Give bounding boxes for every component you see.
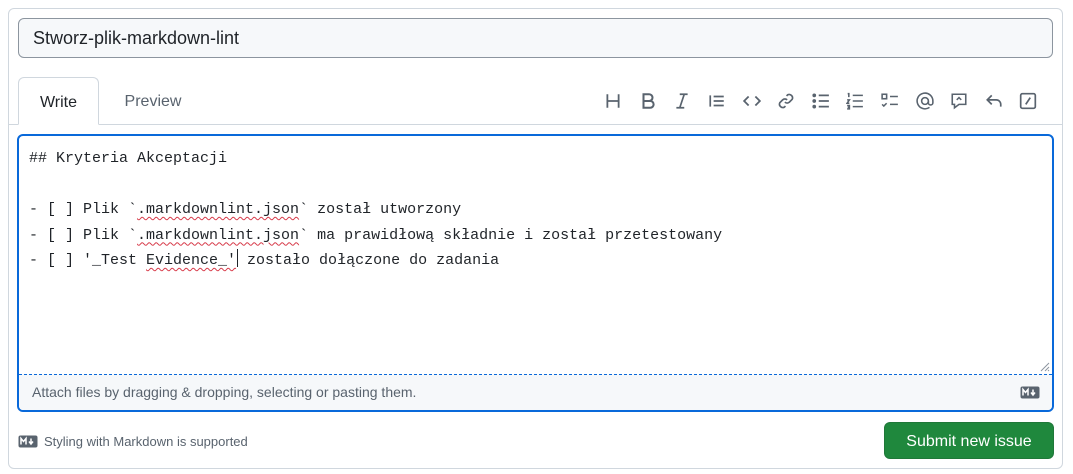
reference-icon[interactable] <box>942 88 977 114</box>
markdown-support-label: Styling with Markdown is supported <box>44 433 248 449</box>
spellcheck-word: Evidence_' <box>146 252 237 269</box>
bold-icon[interactable] <box>631 88 666 114</box>
markdown-support-note[interactable]: Styling with Markdown is supported <box>18 432 248 450</box>
submit-new-issue-button[interactable]: Submit new issue <box>884 422 1054 459</box>
quote-icon[interactable] <box>700 88 735 114</box>
link-icon[interactable] <box>769 88 804 114</box>
issue-body-textarea[interactable]: ## Kryteria Akceptacji - [ ] Plik `.mark… <box>17 134 1054 412</box>
markdown-icon <box>18 435 38 447</box>
mention-icon[interactable] <box>907 88 942 114</box>
italic-icon[interactable] <box>665 88 700 114</box>
undo-icon[interactable] <box>977 88 1012 114</box>
numbered-list-icon[interactable] <box>838 88 873 114</box>
slash-commands-icon[interactable] <box>1011 88 1046 114</box>
heading-icon[interactable] <box>596 88 631 114</box>
issue-body-text[interactable]: ## Kryteria Akceptacji - [ ] Plik `.mark… <box>29 146 1042 274</box>
spellcheck-word: .markdownlint.json <box>137 226 300 244</box>
tab-preview[interactable]: Preview <box>108 77 198 125</box>
editor-line-task-1: - [ ] Plik `.markdownlint.json` został u… <box>29 201 462 218</box>
task-list-icon[interactable] <box>873 88 908 114</box>
editor-line-task-2: - [ ] Plik `.markdownlint.json` ma prawi… <box>29 226 723 244</box>
spellcheck-word: .markdownlint.json <box>137 201 300 218</box>
code-icon[interactable] <box>734 88 769 114</box>
markdown-icon <box>1020 386 1040 399</box>
attach-files-label: Attach files by dragging & dropping, sel… <box>32 384 417 400</box>
tab-write[interactable]: Write <box>18 77 99 125</box>
attach-files-bar[interactable]: Attach files by dragging & dropping, sel… <box>19 374 1052 410</box>
bulleted-list-icon[interactable] <box>804 88 839 114</box>
resize-handle-icon[interactable] <box>1038 360 1050 372</box>
editor-line-task-3: - [ ] '_Test Evidence_' zostało dołączon… <box>29 249 499 269</box>
issue-title-input[interactable] <box>18 18 1053 58</box>
markdown-toolbar <box>596 88 1046 114</box>
editor-line-heading: ## Kryteria Akceptacji <box>29 150 228 167</box>
